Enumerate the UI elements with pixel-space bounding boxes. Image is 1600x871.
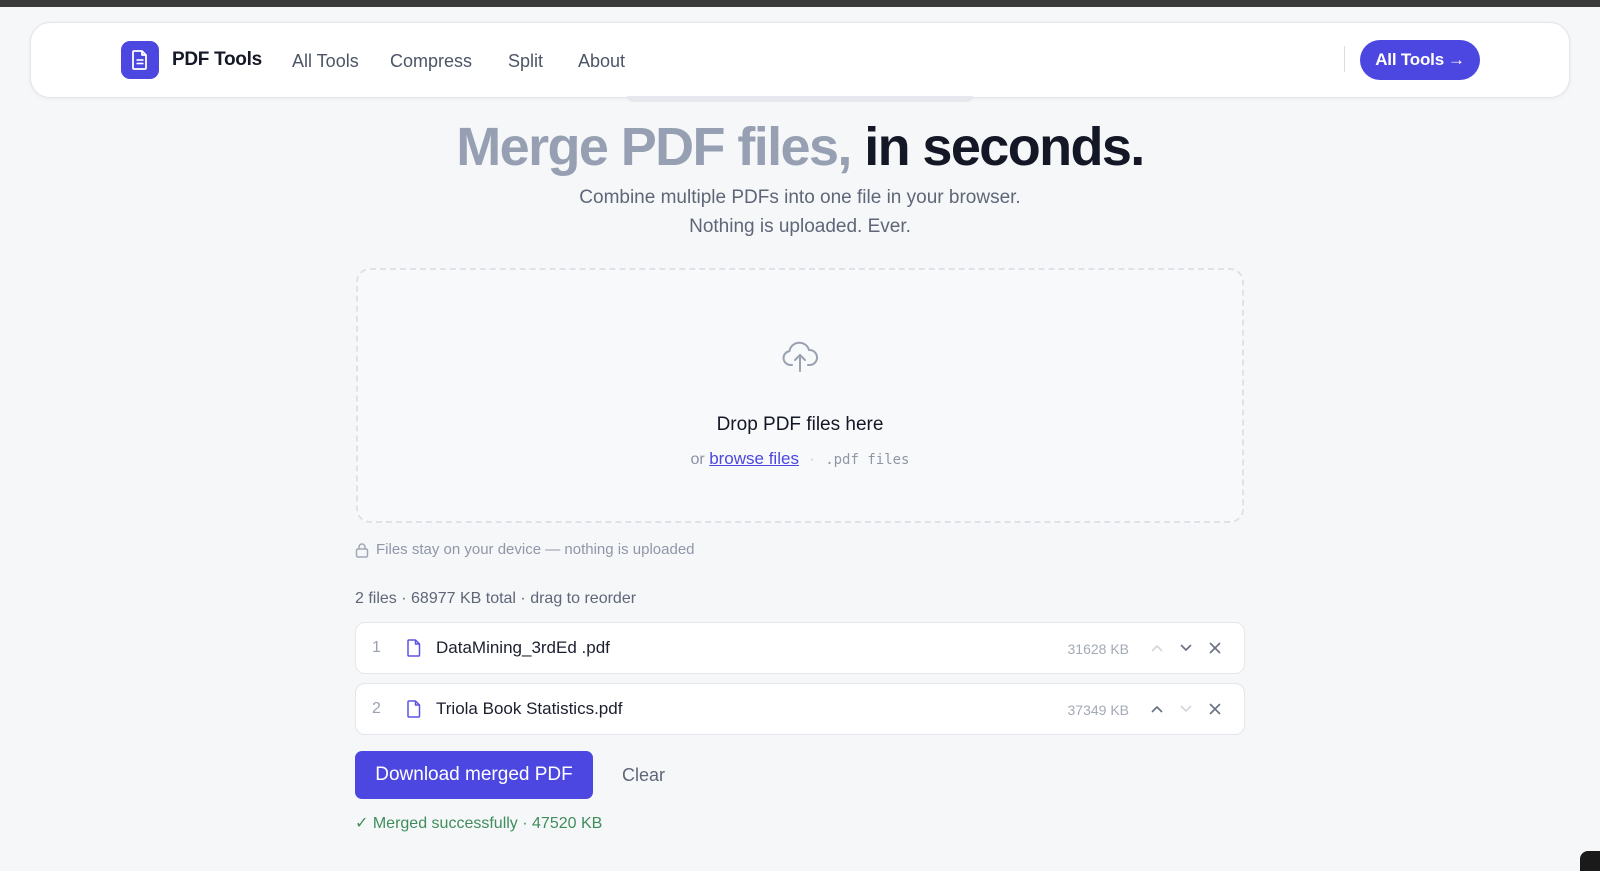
browser-top-strip [0, 0, 1600, 7]
move-up-button[interactable] [1146, 637, 1168, 659]
close-icon [1209, 642, 1221, 654]
file-name: DataMining_3rdEd .pdf [436, 638, 610, 657]
file-dropzone[interactable]: Drop PDF files here or browse files · .p… [356, 268, 1244, 523]
title-dark-part: in seconds. [864, 117, 1145, 177]
move-down-button[interactable] [1175, 698, 1197, 720]
cloud-upload-icon [782, 341, 818, 372]
move-down-button[interactable] [1175, 637, 1197, 659]
remove-file-button[interactable] [1204, 637, 1226, 659]
floating-widget-corner[interactable] [1580, 851, 1600, 871]
dot-separator: · [809, 451, 815, 468]
pdf-file-icon [407, 700, 421, 718]
nav-link-split[interactable]: Split [508, 51, 543, 72]
top-navbar: PDF Tools All Tools Compress Split About… [30, 22, 1570, 98]
page-title: Merge PDF files, in seconds. [0, 116, 1600, 178]
close-icon [1209, 703, 1221, 715]
chevron-down-icon [1180, 705, 1192, 712]
file-size: 37349 KB [1067, 702, 1130, 718]
chevron-down-icon [1180, 644, 1192, 651]
privacy-text: Files stay on your device — nothing is u… [376, 541, 695, 558]
title-light-part: Merge PDF files, [456, 117, 852, 177]
document-icon [132, 50, 147, 70]
nav-divider [1344, 46, 1345, 72]
arrow-right-icon: → [1447, 50, 1465, 69]
chevron-up-icon [1151, 645, 1163, 652]
file-name: Triola Book Statistics.pdf [436, 699, 623, 718]
chevron-up-icon [1151, 706, 1163, 713]
accepted-types: .pdf files [825, 452, 910, 468]
pdf-file-icon [407, 639, 421, 657]
dropzone-subtext: or browse files · .pdf files [358, 449, 1242, 469]
nav-underlay [627, 96, 973, 102]
privacy-note: Files stay on your device — nothing is u… [355, 541, 695, 558]
nav-link-compress[interactable]: Compress [390, 51, 472, 72]
subtitle-line-2: Nothing is uploaded. Ever. [689, 216, 911, 237]
cta-label: All Tools [1375, 50, 1444, 69]
remove-file-button[interactable] [1204, 698, 1226, 720]
nav-link-about[interactable]: About [578, 51, 625, 72]
file-index: 2 [372, 700, 381, 717]
file-row[interactable]: 1 DataMining_3rdEd .pdf 31628 KB [355, 622, 1245, 674]
move-up-button[interactable] [1146, 698, 1168, 720]
file-index: 1 [372, 639, 381, 656]
clear-button[interactable]: Clear [622, 765, 665, 786]
file-size: 31628 KB [1067, 641, 1130, 657]
file-row[interactable]: 2 Triola Book Statistics.pdf 37349 KB [355, 683, 1245, 735]
files-summary: 2 files · 68977 KB total · drag to reord… [355, 590, 637, 607]
dropzone-title: Drop PDF files here [716, 414, 884, 435]
subtitle-line-1: Combine multiple PDFs into one file in y… [579, 187, 1021, 208]
all-tools-cta-button[interactable]: All Tools → [1360, 40, 1480, 80]
nav-link-all-tools[interactable]: All Tools [292, 51, 359, 72]
lock-icon [355, 542, 369, 558]
or-text: or [690, 451, 705, 468]
merge-status-message: ✓ Merged successfully · 47520 KB [355, 815, 603, 832]
brand-name[interactable]: PDF Tools [172, 49, 262, 71]
download-merged-pdf-button[interactable]: Download merged PDF [355, 751, 593, 799]
logo[interactable] [121, 41, 159, 79]
browse-files-link[interactable]: browse files [709, 449, 799, 468]
